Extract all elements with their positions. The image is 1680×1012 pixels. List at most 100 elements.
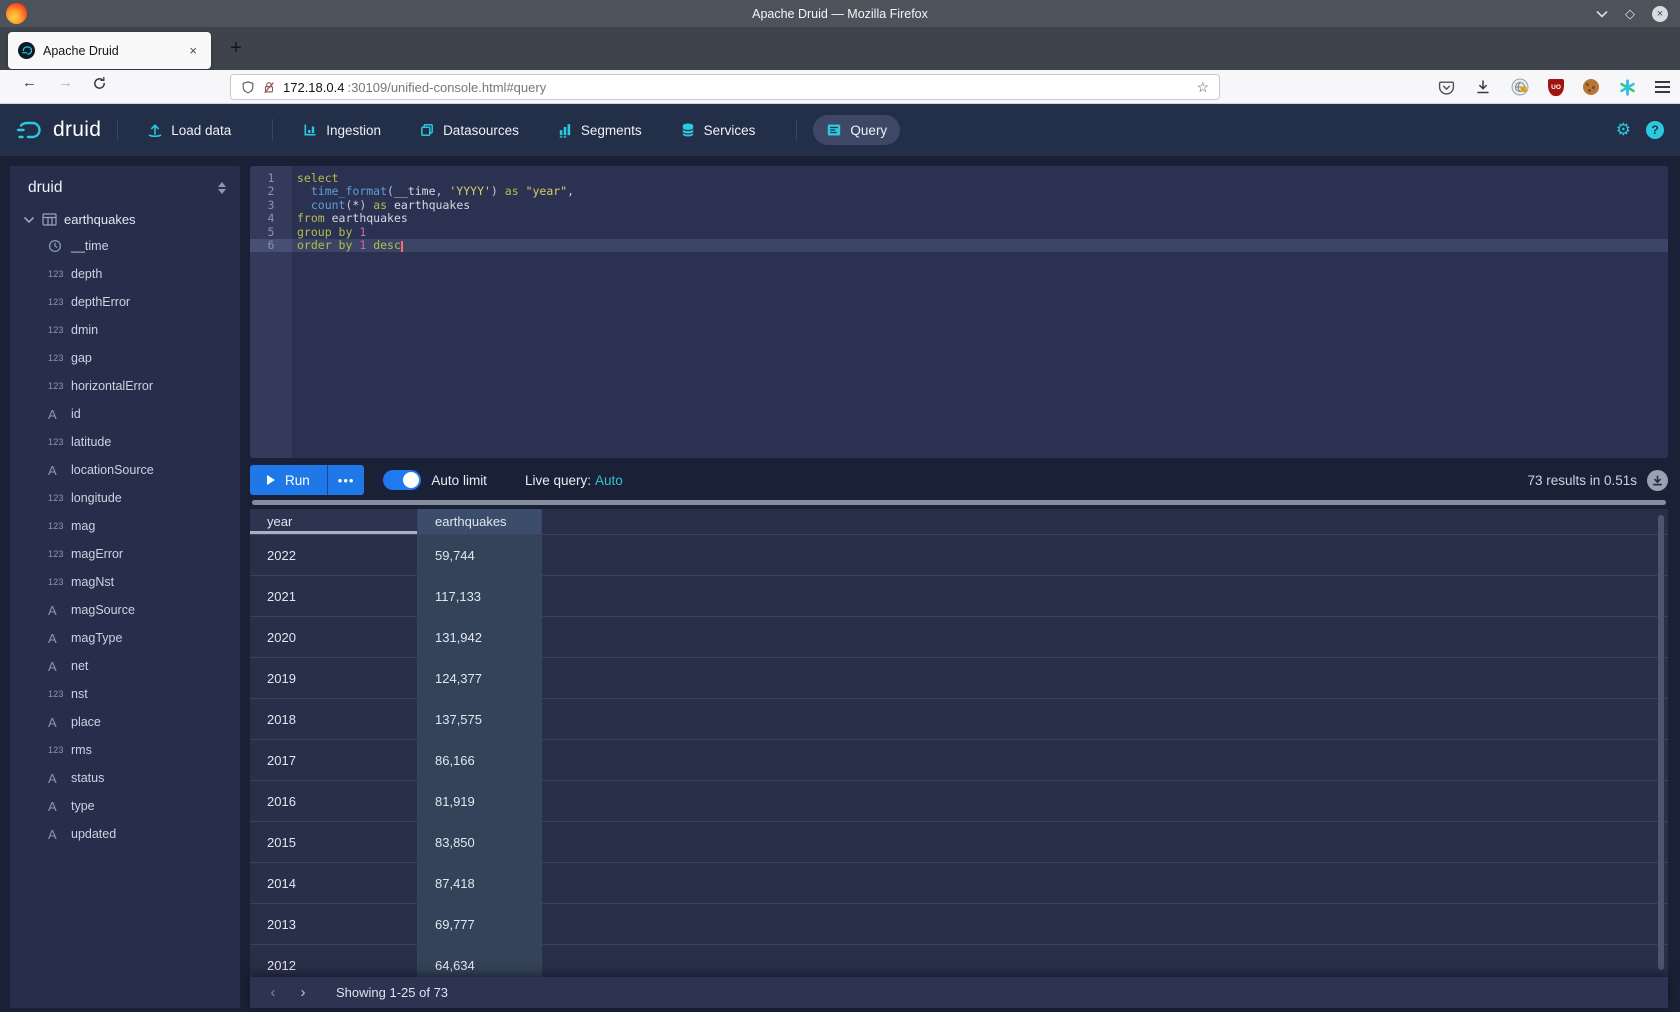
year-cell[interactable]: 2014 <box>250 863 418 904</box>
earthquakes-cell[interactable]: 59,744 <box>418 535 542 576</box>
sidebar-column-magError[interactable]: 123magError <box>10 540 240 568</box>
sidebar-column-longitude[interactable]: 123longitude <box>10 484 240 512</box>
code-text: select <box>292 172 339 185</box>
sidebar-column-id[interactable]: Aid <box>10 400 240 428</box>
prev-page-icon[interactable]: ‹ <box>258 984 288 1001</box>
editor-line-6[interactable]: 6order by 1 desc <box>250 239 1668 252</box>
year-cell[interactable]: 2013 <box>250 904 418 945</box>
sidebar-column-mag[interactable]: 123mag <box>10 512 240 540</box>
tracking-shield-icon[interactable] <box>241 80 255 95</box>
pocket-icon[interactable] <box>1437 78 1455 96</box>
sidebar-column-__time[interactable]: __time <box>10 232 240 260</box>
extensions-icon[interactable] <box>1511 78 1529 96</box>
sidebar-column-gap[interactable]: 123gap <box>10 344 240 372</box>
nav-item-services[interactable]: Services <box>667 115 769 145</box>
editor-line-2[interactable]: 2 time_format(__time, 'YYYY') as "year", <box>250 185 1668 198</box>
year-cell[interactable]: 2022 <box>250 535 418 576</box>
nav-item-query[interactable]: Query <box>813 115 900 145</box>
sidebar-column-nst[interactable]: 123nst <box>10 680 240 708</box>
sidebar-column-net[interactable]: Anet <box>10 652 240 680</box>
url-bar[interactable]: 172.18.0.4:30109/unified-console.html#qu… <box>230 74 1220 100</box>
sidebar-column-latitude[interactable]: 123latitude <box>10 428 240 456</box>
results-scrollbar-vertical[interactable] <box>1658 515 1664 970</box>
forward-icon[interactable]: → <box>58 74 73 91</box>
menu-icon[interactable] <box>1655 81 1670 92</box>
sidebar-column-magSource[interactable]: AmagSource <box>10 596 240 624</box>
earthquakes-cell[interactable]: 86,166 <box>418 740 542 781</box>
year-cell[interactable]: 2018 <box>250 699 418 740</box>
downloads-icon[interactable] <box>1474 78 1492 96</box>
earthquakes-cell[interactable]: 117,133 <box>418 576 542 617</box>
editor-line-4[interactable]: 4from earthquakes <box>250 212 1668 225</box>
year-cell[interactable]: 2021 <box>250 576 418 617</box>
minimize-icon[interactable] <box>1596 10 1608 18</box>
nav-item-load-data[interactable]: Load data <box>134 115 244 145</box>
sidebar-column-depthError[interactable]: 123depthError <box>10 288 240 316</box>
reload-icon[interactable] <box>92 76 107 91</box>
sidebar-table-earthquakes[interactable]: earthquakes <box>10 207 240 232</box>
close-window-icon[interactable]: × <box>1652 6 1668 22</box>
ublock-origin-icon[interactable]: UO <box>1548 79 1564 96</box>
nav-item-segments[interactable]: Segments <box>544 115 655 145</box>
earthquakes-cell[interactable]: 83,850 <box>418 822 542 863</box>
cookie-extension-icon[interactable] <box>1583 79 1599 95</box>
results-table: year earthquakes 202259,7442021117,13320… <box>250 509 1668 1008</box>
string-type-icon: A <box>48 631 71 646</box>
back-icon[interactable]: ← <box>22 74 37 91</box>
run-more-button[interactable]: ••• <box>327 465 365 495</box>
new-tab-button[interactable]: + <box>224 37 248 60</box>
sidebar-column-depth[interactable]: 123depth <box>10 260 240 288</box>
editor-line-1[interactable]: 1select <box>250 172 1668 185</box>
editor-line-5[interactable]: 5group by 1 <box>250 226 1668 239</box>
year-cell[interactable]: 2015 <box>250 822 418 863</box>
theme-extension-icon[interactable] <box>1618 78 1636 96</box>
sidebar-column-updated[interactable]: Aupdated <box>10 820 240 848</box>
code-text: order by 1 desc <box>292 239 403 252</box>
druid-logo[interactable]: druid <box>16 118 101 142</box>
sidebar-column-horizontalError[interactable]: 123horizontalError <box>10 372 240 400</box>
sidebar-column-status[interactable]: Astatus <box>10 764 240 792</box>
earthquakes-cell[interactable]: 87,418 <box>418 863 542 904</box>
browser-tab[interactable]: Apache Druid × <box>8 32 211 69</box>
chevron-down-icon[interactable] <box>23 216 35 224</box>
column-header-earthquakes[interactable]: earthquakes <box>418 509 542 534</box>
schema-selector[interactable]: druid <box>10 166 240 207</box>
sidebar-column-magNst[interactable]: 123magNst <box>10 568 240 596</box>
year-cell[interactable]: 2017 <box>250 740 418 781</box>
year-cell[interactable]: 2016 <box>250 781 418 822</box>
bookmark-star-icon[interactable]: ☆ <box>1196 79 1209 96</box>
next-page-icon[interactable]: › <box>288 984 318 1001</box>
sidebar-column-type[interactable]: Atype <box>10 792 240 820</box>
nav-item-ingestion[interactable]: Ingestion <box>289 115 394 145</box>
sql-editor[interactable]: 1select2 time_format(__time, 'YYYY') as … <box>250 166 1668 458</box>
download-results-icon[interactable] <box>1647 470 1668 491</box>
editor-line-3[interactable]: 3 count(*) as earthquakes <box>250 199 1668 212</box>
earthquakes-cell[interactable]: 81,919 <box>418 781 542 822</box>
insecure-lock-icon[interactable] <box>262 80 276 95</box>
earthquakes-cell[interactable]: 137,575 <box>418 699 542 740</box>
earthquakes-cell[interactable]: 131,942 <box>418 617 542 658</box>
sidebar-column-dmin[interactable]: 123dmin <box>10 316 240 344</box>
column-header-year[interactable]: year <box>250 509 418 534</box>
maximize-icon[interactable]: ◇ <box>1625 7 1635 20</box>
double-caret-icon[interactable] <box>218 182 226 194</box>
sidebar-column-magType[interactable]: AmagType <box>10 624 240 652</box>
gear-icon[interactable]: ⚙ <box>1616 120 1631 140</box>
run-button[interactable]: Run <box>250 465 327 495</box>
live-query-label[interactable]: Live query:Auto <box>525 473 623 488</box>
nav-item-datasources[interactable]: Datasources <box>406 115 532 145</box>
sidebar-column-rms[interactable]: 123rms <box>10 736 240 764</box>
row-filler <box>542 699 1668 740</box>
earthquakes-cell[interactable]: 124,377 <box>418 658 542 699</box>
row-filler <box>542 617 1668 658</box>
sidebar-column-locationSource[interactable]: AlocationSource <box>10 456 240 484</box>
sidebar-column-place[interactable]: Aplace <box>10 708 240 736</box>
pane-scrollbar-horizontal[interactable] <box>252 500 1666 505</box>
year-cell[interactable]: 2020 <box>250 617 418 658</box>
help-icon[interactable]: ? <box>1646 121 1664 139</box>
tab-close-icon[interactable]: × <box>185 41 201 60</box>
earthquakes-cell[interactable]: 69,777 <box>418 904 542 945</box>
auto-limit-toggle[interactable] <box>383 470 421 490</box>
year-cell[interactable]: 2019 <box>250 658 418 699</box>
string-type-icon: A <box>48 715 71 730</box>
